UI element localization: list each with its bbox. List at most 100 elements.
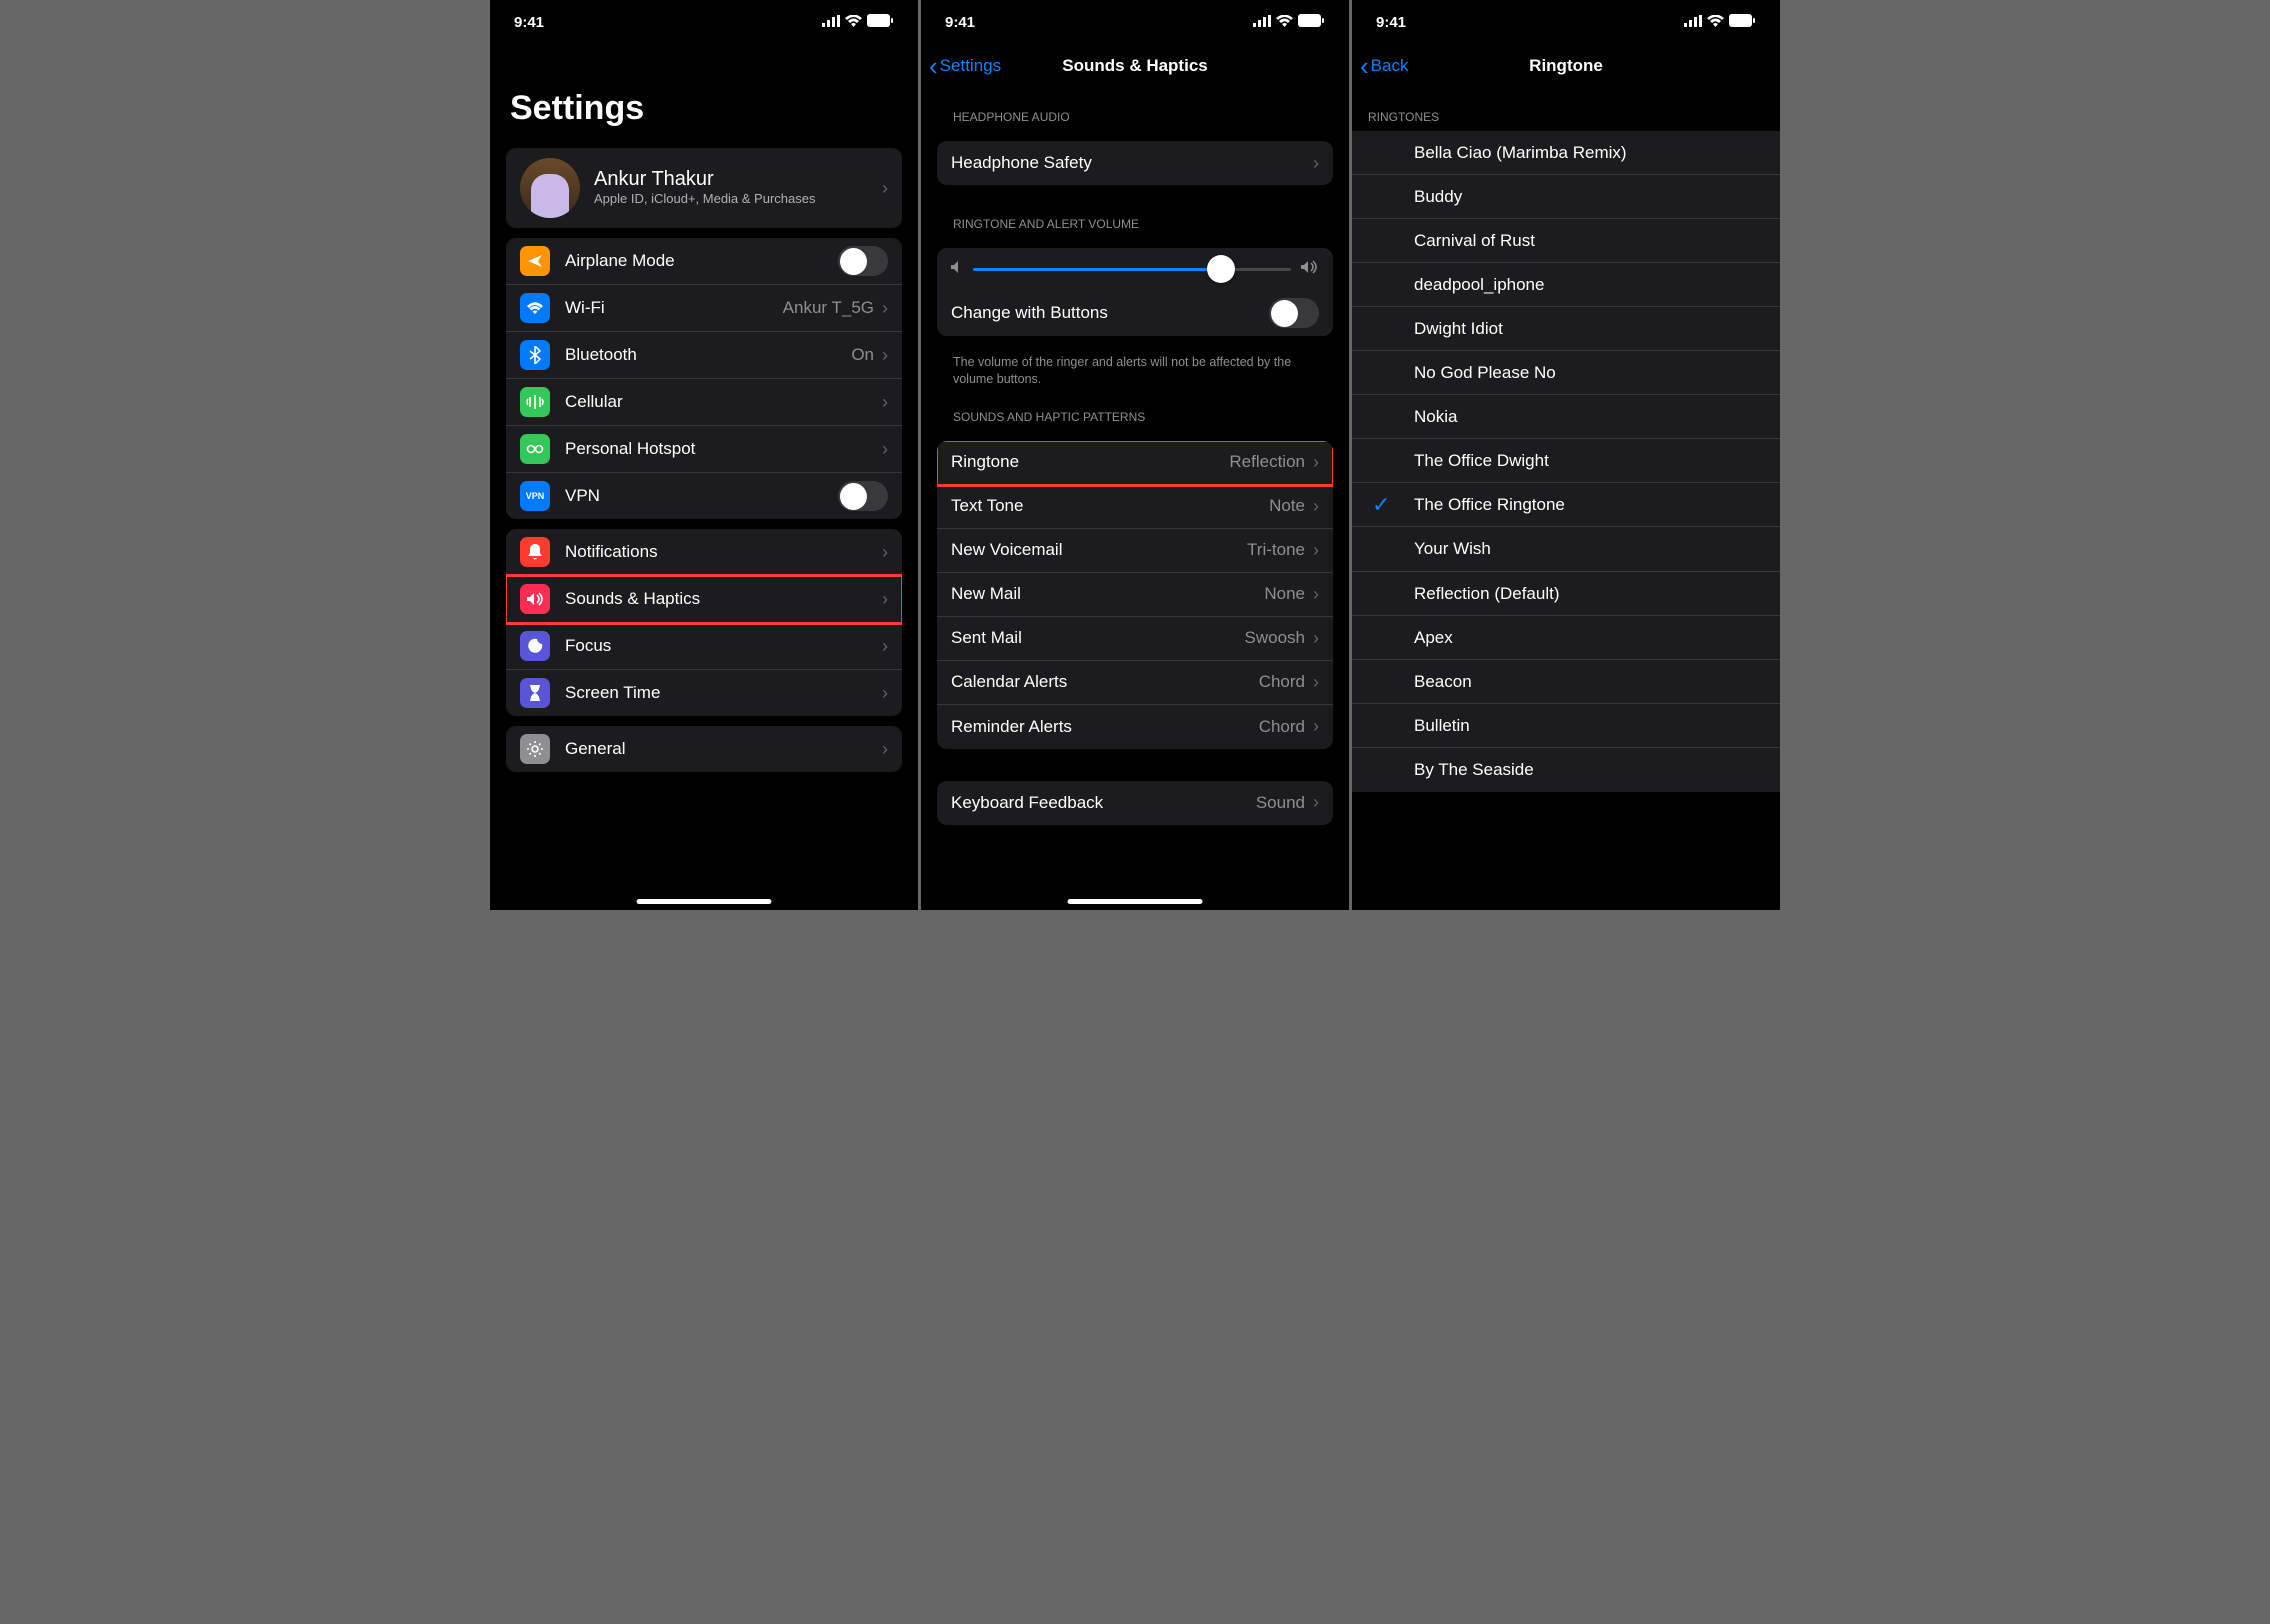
settings-row-screen-time[interactable]: Screen Time› <box>506 670 902 716</box>
ringtone-label: Bella Ciao (Marimba Remix) <box>1414 143 1766 163</box>
change-with-buttons-row[interactable]: Change with Buttons <box>937 290 1333 336</box>
ringtone-row[interactable]: Apex <box>1352 616 1780 660</box>
back-button[interactable]: ‹ Settings <box>929 51 1001 82</box>
profile-group: Ankur Thakur Apple ID, iCloud+, Media & … <box>506 148 902 228</box>
settings-row-bluetooth[interactable]: BluetoothOn› <box>506 332 902 379</box>
ringtone-row[interactable]: No God Please No <box>1352 351 1780 395</box>
hotspot-icon <box>520 434 550 464</box>
change-with-buttons-toggle[interactable] <box>1269 298 1319 328</box>
volume-slider[interactable] <box>973 268 1291 271</box>
ringtone-row[interactable]: Reflection (Default) <box>1352 572 1780 616</box>
settings-row-personal-hotspot[interactable]: Personal Hotspot› <box>506 426 902 473</box>
ringtone-row[interactable]: Nokia <box>1352 395 1780 439</box>
toggle[interactable] <box>838 481 888 511</box>
ringtone-row[interactable]: Your Wish <box>1352 527 1780 571</box>
apple-id-row[interactable]: Ankur Thakur Apple ID, iCloud+, Media & … <box>506 148 902 228</box>
signal-icon <box>1253 14 1271 31</box>
ringtone-row[interactable]: Beacon <box>1352 660 1780 704</box>
pattern-row-sent-mail[interactable]: Sent MailSwoosh› <box>937 617 1333 661</box>
slider-thumb[interactable] <box>1207 255 1235 283</box>
volume-slider-row[interactable] <box>937 248 1333 290</box>
row-label: Cellular <box>565 392 882 412</box>
wifi-icon <box>845 14 862 31</box>
ringtone-screen: 9:41 ‹ Back Ringtone RINGTONES Bella Cia… <box>1352 0 1780 910</box>
settings-row-focus[interactable]: Focus› <box>506 623 902 670</box>
row-value: Swoosh <box>1245 628 1305 648</box>
settings-row-general[interactable]: General› <box>506 726 902 772</box>
patterns-group: RingtoneReflection›Text ToneNote›New Voi… <box>937 441 1333 749</box>
status-time: 9:41 <box>945 14 975 31</box>
row-label: Wi-Fi <box>565 298 783 318</box>
bluetooth-icon <box>520 340 550 370</box>
ringtone-label: Apex <box>1414 628 1766 648</box>
home-indicator[interactable] <box>1068 899 1203 904</box>
chevron-right-icon: › <box>1313 716 1319 737</box>
signal-icon <box>1684 14 1702 31</box>
row-label: Screen Time <box>565 683 882 703</box>
row-value: Ankur T_5G <box>783 298 874 318</box>
row-value: Note <box>1269 496 1305 516</box>
ringtone-row[interactable]: Bulletin <box>1352 704 1780 748</box>
chevron-right-icon: › <box>882 345 888 366</box>
avatar <box>520 158 580 218</box>
settings-row-cellular[interactable]: Cellular› <box>506 379 902 426</box>
row-label: Airplane Mode <box>565 251 838 271</box>
settings-row-vpn[interactable]: VPNVPN <box>506 473 902 519</box>
pattern-row-new-mail[interactable]: New MailNone› <box>937 573 1333 617</box>
ringtone-row[interactable]: Carnival of Rust <box>1352 219 1780 263</box>
keyboard-feedback-row[interactable]: Keyboard Feedback Sound › <box>937 781 1333 825</box>
chevron-right-icon: › <box>882 439 888 460</box>
ringtone-label: Beacon <box>1414 672 1766 692</box>
status-indicators <box>1253 14 1325 31</box>
ringtone-row[interactable]: Bella Ciao (Marimba Remix) <box>1352 131 1780 175</box>
row-label: VPN <box>565 486 838 506</box>
settings-row-wi-fi[interactable]: Wi-FiAnkur T_5G › <box>506 285 902 332</box>
wifi-icon <box>1707 14 1724 31</box>
ringtone-row[interactable]: By The Seaside <box>1352 748 1780 792</box>
sounds-haptics-screen: 9:41 ‹ Settings Sounds & Haptics HEADPHO… <box>921 0 1349 910</box>
ringtone-row[interactable]: Dwight Idiot <box>1352 307 1780 351</box>
back-button[interactable]: ‹ Back <box>1360 51 1408 82</box>
status-bar: 9:41 <box>490 0 918 44</box>
connectivity-group: Airplane ModeWi-FiAnkur T_5G›BluetoothOn… <box>506 238 902 519</box>
pattern-row-calendar-alerts[interactable]: Calendar AlertsChord› <box>937 661 1333 705</box>
settings-screen: 9:41 Settings Ankur Thakur Apple ID, iCl… <box>490 0 918 910</box>
ringtone-row[interactable]: The Office Dwight <box>1352 439 1780 483</box>
chevron-right-icon: › <box>1313 540 1319 561</box>
ringtone-row[interactable]: deadpool_iphone <box>1352 263 1780 307</box>
home-indicator[interactable] <box>637 899 772 904</box>
row-label: New Mail <box>951 584 1264 604</box>
ringtone-label: The Office Ringtone <box>1414 495 1766 515</box>
settings-row-sounds-haptics[interactable]: Sounds & Haptics› <box>506 576 902 623</box>
sounds-icon <box>520 584 550 614</box>
settings-row-airplane-mode[interactable]: Airplane Mode <box>506 238 902 285</box>
airplane-icon <box>520 246 550 276</box>
pattern-row-ringtone[interactable]: RingtoneReflection› <box>937 441 1333 485</box>
ringtone-label: Buddy <box>1414 187 1766 207</box>
row-label: Personal Hotspot <box>565 439 882 459</box>
ringtone-row[interactable]: Buddy <box>1352 175 1780 219</box>
ringtone-row[interactable]: ✓The Office Ringtone <box>1352 483 1780 527</box>
chevron-right-icon: › <box>1313 584 1319 605</box>
signal-icon <box>822 14 840 31</box>
focus-icon <box>520 631 550 661</box>
pattern-row-text-tone[interactable]: Text ToneNote› <box>937 485 1333 529</box>
section-header-headphone: HEADPHONE AUDIO <box>921 88 1349 131</box>
volume-group: Change with Buttons <box>937 248 1333 336</box>
chevron-right-icon: › <box>1313 628 1319 649</box>
battery-icon <box>1729 14 1756 31</box>
volume-footer: The volume of the ringer and alerts will… <box>921 346 1349 388</box>
ringtones-custom-group: Bella Ciao (Marimba Remix) Buddy Carnival … <box>1352 131 1780 571</box>
pattern-row-reminder-alerts[interactable]: Reminder AlertsChord› <box>937 705 1333 749</box>
headphone-group: Headphone Safety › <box>937 141 1333 185</box>
settings-row-notifications[interactable]: Notifications› <box>506 529 902 576</box>
ringtone-label: The Office Dwight <box>1414 451 1766 471</box>
toggle[interactable] <box>838 246 888 276</box>
pattern-row-new-voicemail[interactable]: New VoicemailTri-tone› <box>937 529 1333 573</box>
chevron-right-icon: › <box>882 178 888 199</box>
section-header-ringtones: RINGTONES <box>1352 88 1780 131</box>
headphone-safety-row[interactable]: Headphone Safety › <box>937 141 1333 185</box>
ringtone-label: Dwight Idiot <box>1414 319 1766 339</box>
row-label: Bluetooth <box>565 345 851 365</box>
chevron-right-icon: › <box>882 298 888 319</box>
